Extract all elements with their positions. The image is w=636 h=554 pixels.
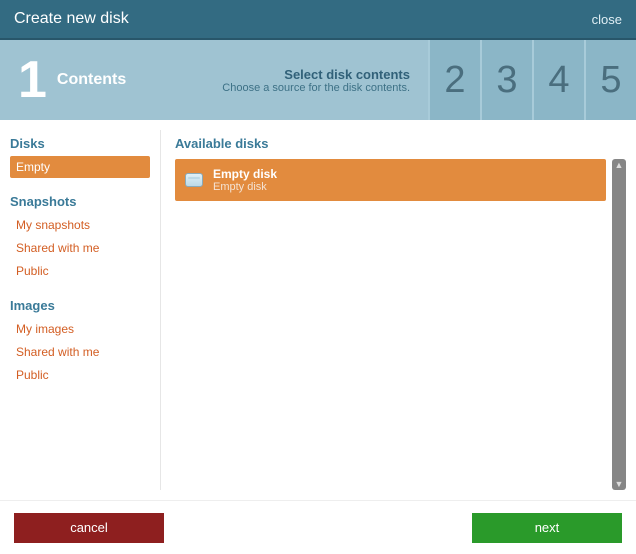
footer: cancel next (0, 500, 636, 554)
wizard-step-current: 1 Contents Select disk contents Choose a… (0, 40, 428, 120)
wizard-step-5[interactable]: 5 (584, 40, 636, 120)
wizard-steps: 1 Contents Select disk contents Choose a… (0, 40, 636, 120)
wizard-step-3[interactable]: 3 (480, 40, 532, 120)
titlebar: Create new disk close (0, 0, 636, 40)
main-panel: Available disks Empty disk Empty disk ▲ … (160, 130, 626, 490)
sidebar-item-shared-snapshots[interactable]: Shared with me (10, 237, 150, 259)
sidebar: Disks Empty Snapshots My snapshots Share… (10, 130, 150, 490)
scrollbar[interactable]: ▲ ▼ (612, 159, 626, 490)
sidebar-head-snapshots: Snapshots (10, 188, 150, 213)
disk-list: Empty disk Empty disk (175, 159, 606, 490)
scroll-down-icon[interactable]: ▼ (612, 478, 626, 490)
disk-title: Empty disk (213, 167, 277, 181)
step-body: Contents (57, 71, 222, 89)
disk-text: Empty disk Empty disk (213, 167, 277, 193)
sidebar-item-public-snapshots[interactable]: Public (10, 260, 150, 282)
sidebar-item-public-images[interactable]: Public (10, 364, 150, 386)
scroll-up-icon[interactable]: ▲ (612, 159, 626, 171)
sidebar-head-images: Images (10, 292, 150, 317)
step-number: 1 (18, 54, 47, 106)
content-area: Disks Empty Snapshots My snapshots Share… (0, 120, 636, 500)
dialog-title: Create new disk (14, 10, 592, 28)
step-name: Contents (57, 71, 222, 89)
disk-row-empty[interactable]: Empty disk Empty disk (175, 159, 606, 201)
close-button[interactable]: close (592, 12, 622, 27)
sidebar-item-my-images[interactable]: My images (10, 318, 150, 340)
wizard-step-2[interactable]: 2 (428, 40, 480, 120)
list-wrap: Empty disk Empty disk ▲ ▼ (175, 159, 626, 490)
disk-icon (185, 173, 203, 187)
main-heading: Available disks (175, 130, 626, 159)
sidebar-item-shared-images[interactable]: Shared with me (10, 341, 150, 363)
step-subtitle: Select disk contents (222, 67, 410, 82)
sidebar-item-empty[interactable]: Empty (10, 156, 150, 178)
disk-subtitle: Empty disk (213, 181, 277, 193)
sidebar-head-disks: Disks (10, 130, 150, 155)
step-description: Select disk contents Choose a source for… (222, 67, 410, 94)
wizard-step-4[interactable]: 4 (532, 40, 584, 120)
step-subdesc: Choose a source for the disk contents. (222, 82, 410, 94)
next-button[interactable]: next (472, 513, 622, 543)
sidebar-item-my-snapshots[interactable]: My snapshots (10, 214, 150, 236)
dialog-window: Create new disk close 1 Contents Select … (0, 0, 636, 554)
cancel-button[interactable]: cancel (14, 513, 164, 543)
